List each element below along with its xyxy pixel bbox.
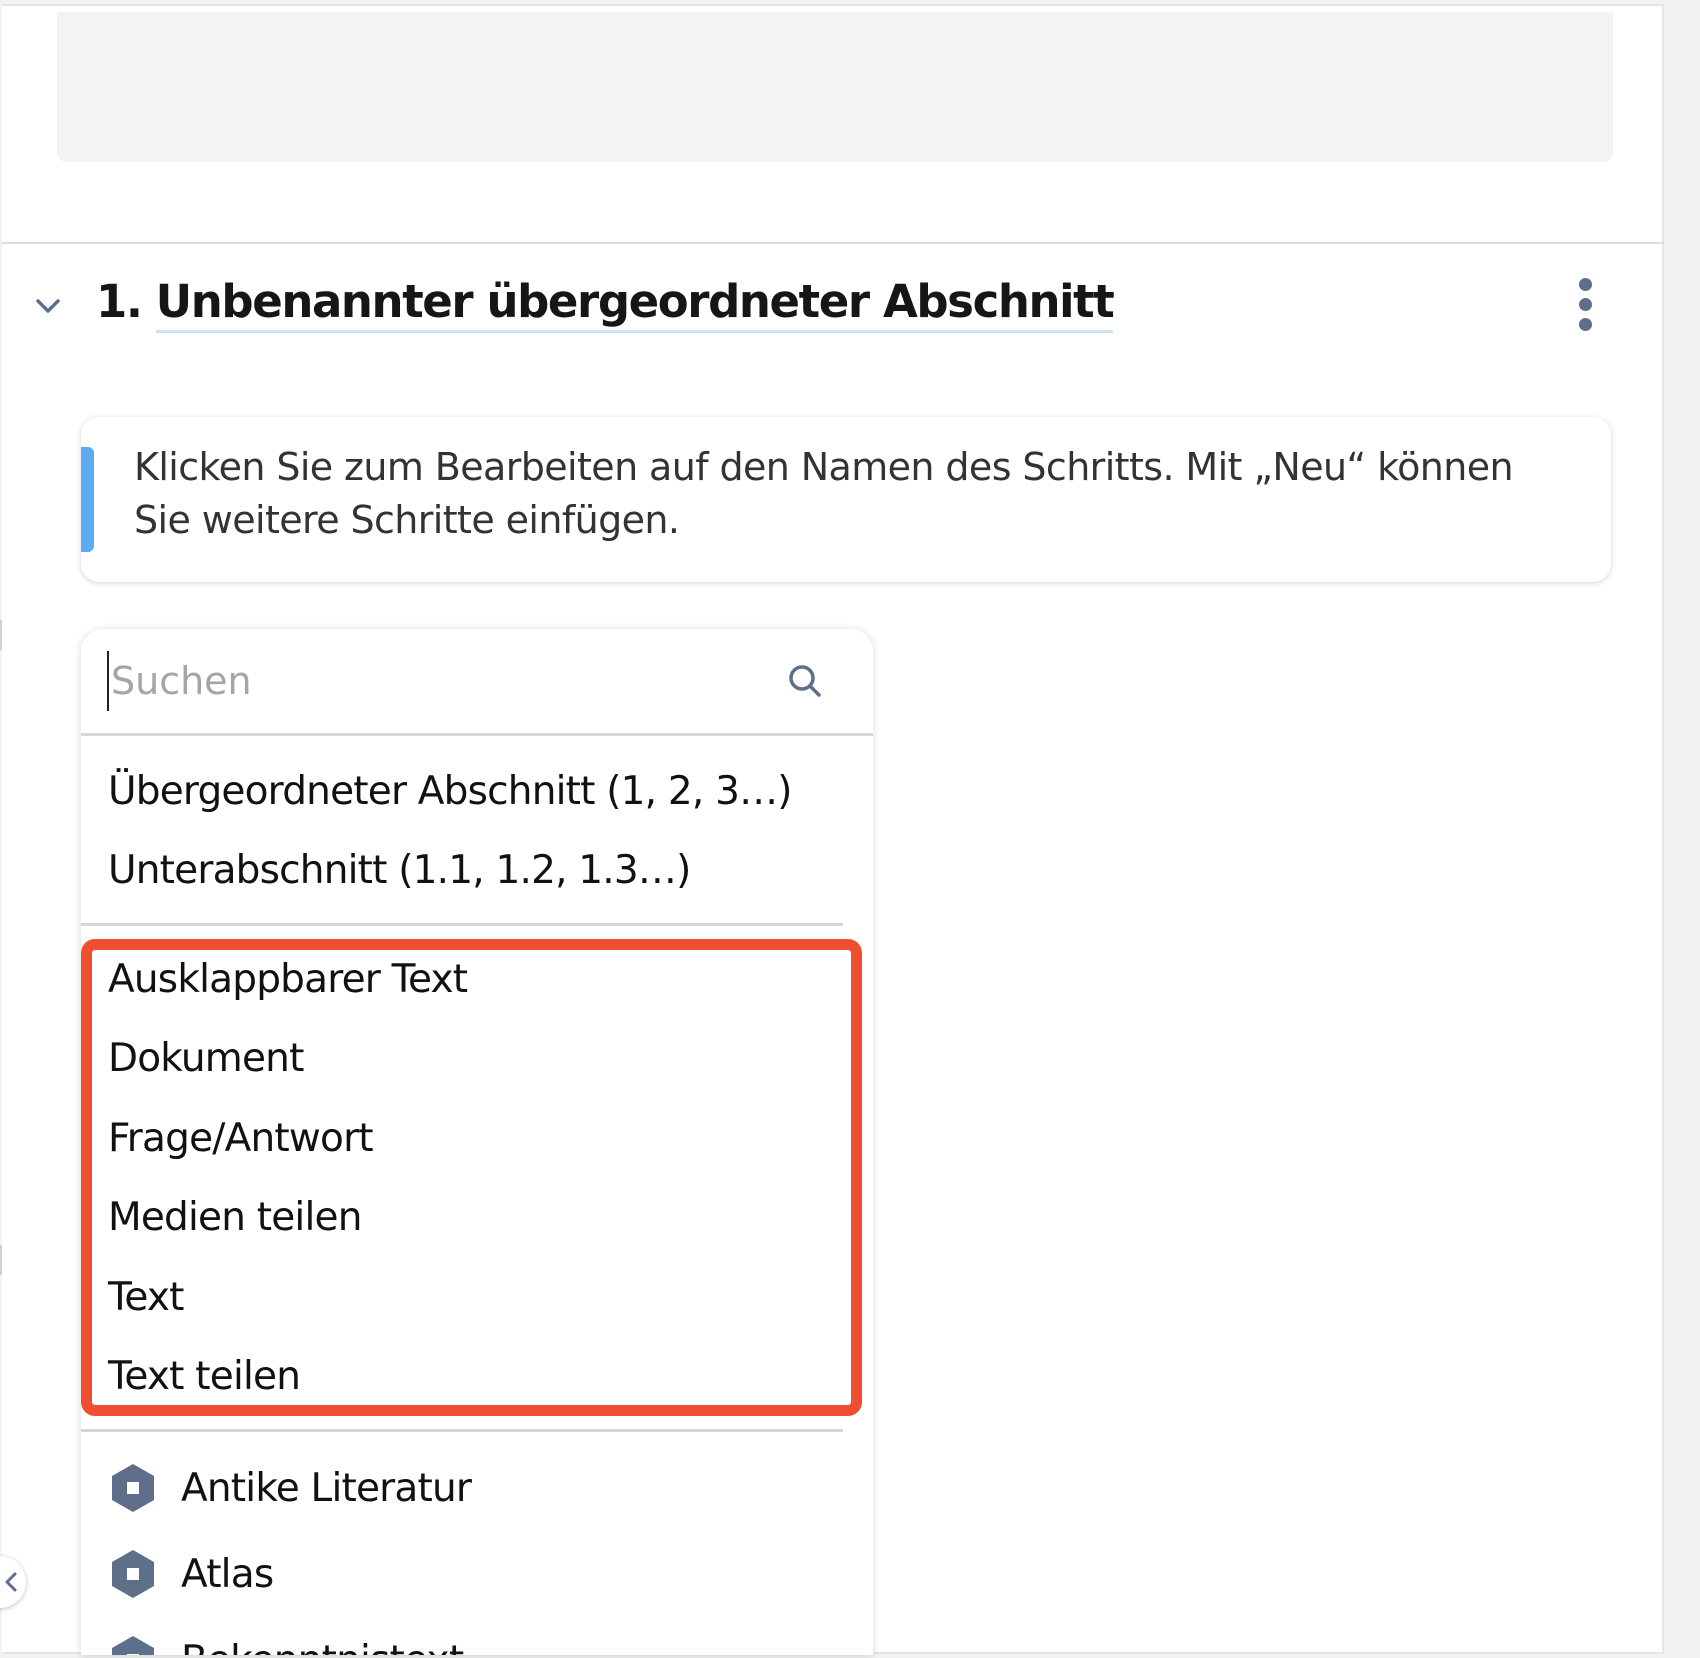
module-label: Antike Literatur bbox=[181, 1465, 472, 1511]
search-icon[interactable] bbox=[785, 661, 825, 701]
module-hex-icon bbox=[112, 1464, 154, 1512]
edge-marker bbox=[0, 1245, 2, 1275]
menu-separator bbox=[81, 1429, 843, 1432]
menu-item-module[interactable]: Antike Literatur bbox=[111, 1460, 472, 1516]
module-hex-icon bbox=[112, 1636, 154, 1655]
section-number: 1. bbox=[96, 275, 143, 328]
menu-item-text[interactable]: Text bbox=[108, 1270, 184, 1326]
menu-separator bbox=[81, 923, 843, 926]
step-type-dropdown: Übergeordneter Abschnitt (1, 2, 3…) Unte… bbox=[81, 629, 873, 1655]
highlight-frame bbox=[81, 939, 862, 1416]
section-name[interactable]: Unbenannter übergeordneter Abschnitt bbox=[155, 275, 1115, 333]
info-text: Klicken Sie zum Bearbeiten auf den Namen… bbox=[134, 445, 1514, 542]
menu-item-subsection[interactable]: Unterabschnitt (1.1, 1.2, 1.3…) bbox=[108, 843, 691, 899]
chevron-down-icon bbox=[36, 299, 60, 313]
section-divider bbox=[2, 242, 1664, 244]
kebab-dot bbox=[1578, 297, 1592, 311]
edge-marker bbox=[0, 620, 2, 650]
menu-item-share-text[interactable]: Text teilen bbox=[108, 1349, 301, 1405]
menu-item-share-media[interactable]: Medien teilen bbox=[108, 1190, 362, 1246]
info-accent-bar bbox=[81, 447, 94, 552]
kebab-dot bbox=[1578, 277, 1592, 291]
chevron-left-icon bbox=[5, 1572, 17, 1592]
menu-item-document[interactable]: Dokument bbox=[108, 1031, 304, 1087]
previous-section-block bbox=[57, 12, 1613, 162]
kebab-dot bbox=[1578, 317, 1592, 331]
menu-item-module[interactable]: Atlas bbox=[111, 1546, 274, 1602]
module-label: Atlas bbox=[181, 1551, 274, 1597]
menu-item-collapsible-text[interactable]: Ausklappbarer Text bbox=[108, 952, 468, 1008]
info-callout: Klicken Sie zum Bearbeiten auf den Namen… bbox=[81, 417, 1611, 582]
section-more-button[interactable] bbox=[1560, 272, 1610, 336]
app: 1. Unbenannter übergeordneter Abschnitt K… bbox=[0, 0, 1700, 1658]
search-row bbox=[81, 629, 873, 736]
section-title: 1. Unbenannter übergeordneter Abschnitt bbox=[96, 272, 1115, 333]
search-input[interactable] bbox=[107, 651, 751, 711]
module-label: Bekenntnistext bbox=[181, 1638, 464, 1656]
collapse-section-button[interactable] bbox=[30, 288, 66, 324]
menu-item-module[interactable]: Bekenntnistext bbox=[111, 1632, 464, 1656]
module-hex-icon bbox=[112, 1550, 154, 1598]
menu-item-question-answer[interactable]: Frage/Antwort bbox=[108, 1111, 374, 1167]
menu-item-parent-section[interactable]: Übergeordneter Abschnitt (1, 2, 3…) bbox=[108, 764, 793, 820]
